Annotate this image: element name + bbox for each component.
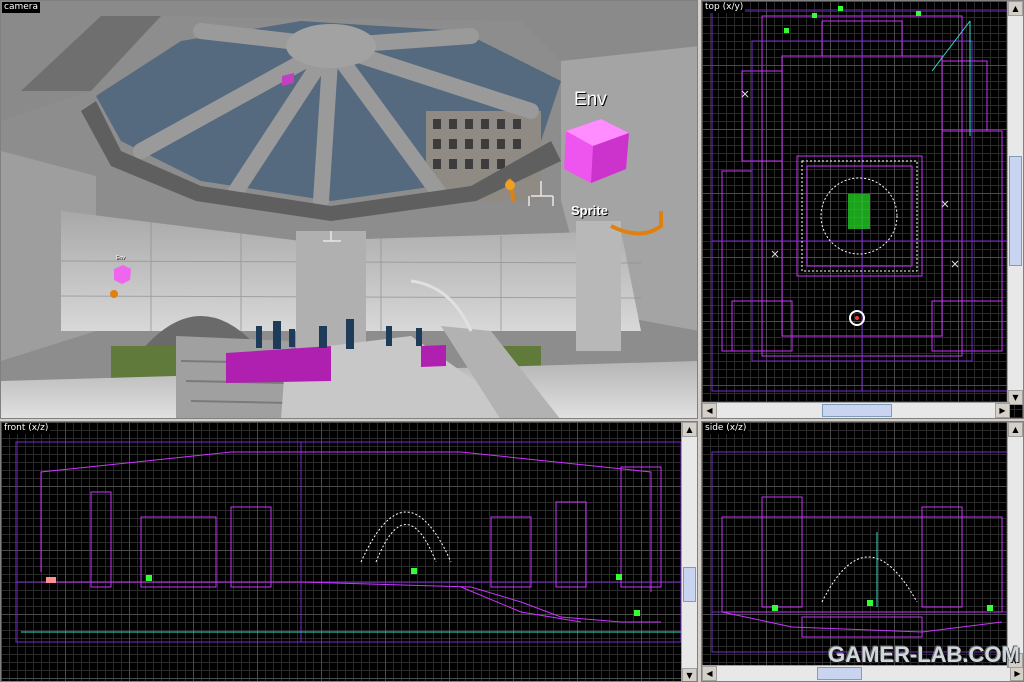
scroll-thumb[interactable] [817, 667, 862, 680]
front-vertical-scrollbar[interactable]: ▲ ▼ [681, 422, 697, 681]
front-viewport[interactable]: front (x/z) ▲ ▼ [0, 421, 698, 682]
scroll-right-arrow[interactable]: ▶ [995, 403, 1010, 418]
scroll-right-arrow[interactable]: ▶ [1010, 666, 1023, 681]
scroll-left-arrow[interactable]: ◀ [702, 666, 717, 681]
scroll-up-arrow[interactable]: ▲ [1008, 1, 1023, 16]
scroll-thumb[interactable] [822, 404, 892, 417]
top-wireframe [711, 6, 1013, 392]
env-entity-label: Env [574, 89, 607, 110]
viewport-label-side: side (x/z) [703, 423, 749, 434]
viewport-label-camera: camera [2, 2, 40, 13]
sprite-entity-label: Sprite [571, 203, 608, 218]
top-vertical-scrollbar[interactable]: ▲ ▼ [1007, 1, 1023, 405]
top-viewport[interactable]: top (x/y) ▲ ▼ ◀ ▶ [701, 0, 1024, 419]
scroll-left-arrow[interactable]: ◀ [702, 403, 717, 418]
camera-viewport[interactable]: camera Env Sprite Env [0, 0, 698, 419]
viewport-label-front: front (x/z) [2, 423, 51, 434]
scroll-down-arrow[interactable]: ▼ [682, 668, 697, 681]
top-horizontal-scrollbar[interactable]: ◀ ▶ [702, 402, 1010, 418]
scroll-down-arrow[interactable]: ▼ [1008, 390, 1023, 405]
env-small-entity-label: Env [116, 255, 125, 261]
viewport-label-top: top (x/y) [703, 2, 746, 13]
scroll-thumb[interactable] [1009, 156, 1022, 266]
scroll-up-arrow[interactable]: ▲ [682, 422, 697, 437]
scroll-thumb[interactable] [683, 567, 696, 602]
side-vertical-scrollbar[interactable]: ▲ ▼ [1007, 422, 1023, 668]
scroll-up-arrow[interactable]: ▲ [1008, 422, 1023, 437]
front-wireframe [15, 441, 682, 643]
watermark: GAMER-LAB.COM [828, 642, 1020, 667]
